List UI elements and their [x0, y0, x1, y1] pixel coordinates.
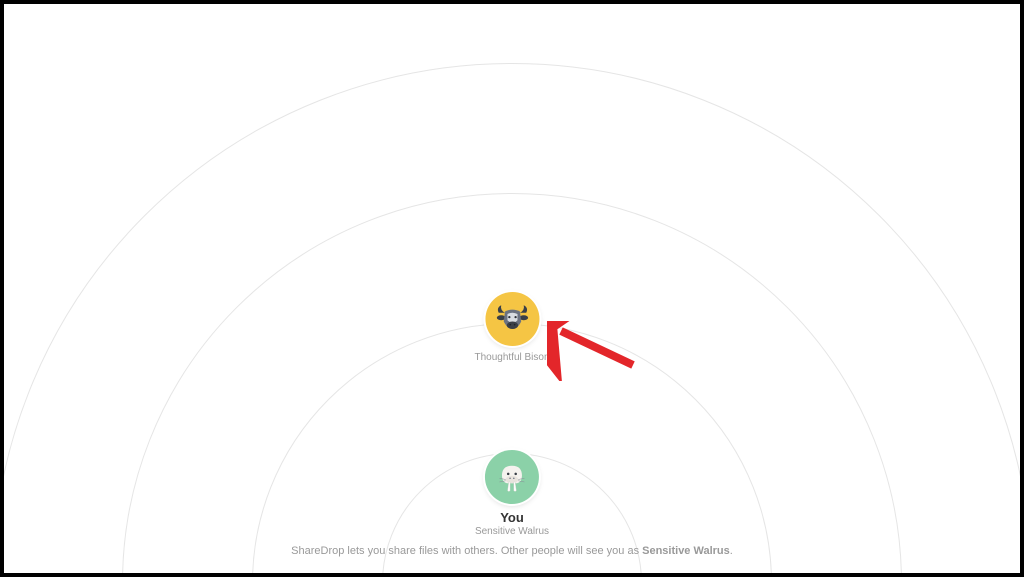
footer-prefix: ShareDrop lets you share files with othe… [291, 545, 642, 557]
footer-help-text: ShareDrop lets you share files with othe… [4, 545, 1020, 557]
self-title-label: You [500, 510, 524, 525]
bison-avatar-icon [485, 292, 539, 346]
footer-alias: Sensitive Walrus [642, 545, 730, 557]
walrus-icon [492, 457, 532, 497]
footer-suffix: . [730, 545, 733, 557]
app-frame: Thoughtful Bison [0, 0, 1024, 577]
peer-remote[interactable]: Thoughtful Bison [474, 292, 549, 363]
bison-icon [492, 299, 532, 339]
walrus-avatar-icon [485, 450, 539, 504]
self-alias-label: Sensitive Walrus [475, 526, 549, 537]
peer-name-label: Thoughtful Bison [474, 352, 549, 363]
peer-self: You Sensitive Walrus [475, 450, 549, 537]
